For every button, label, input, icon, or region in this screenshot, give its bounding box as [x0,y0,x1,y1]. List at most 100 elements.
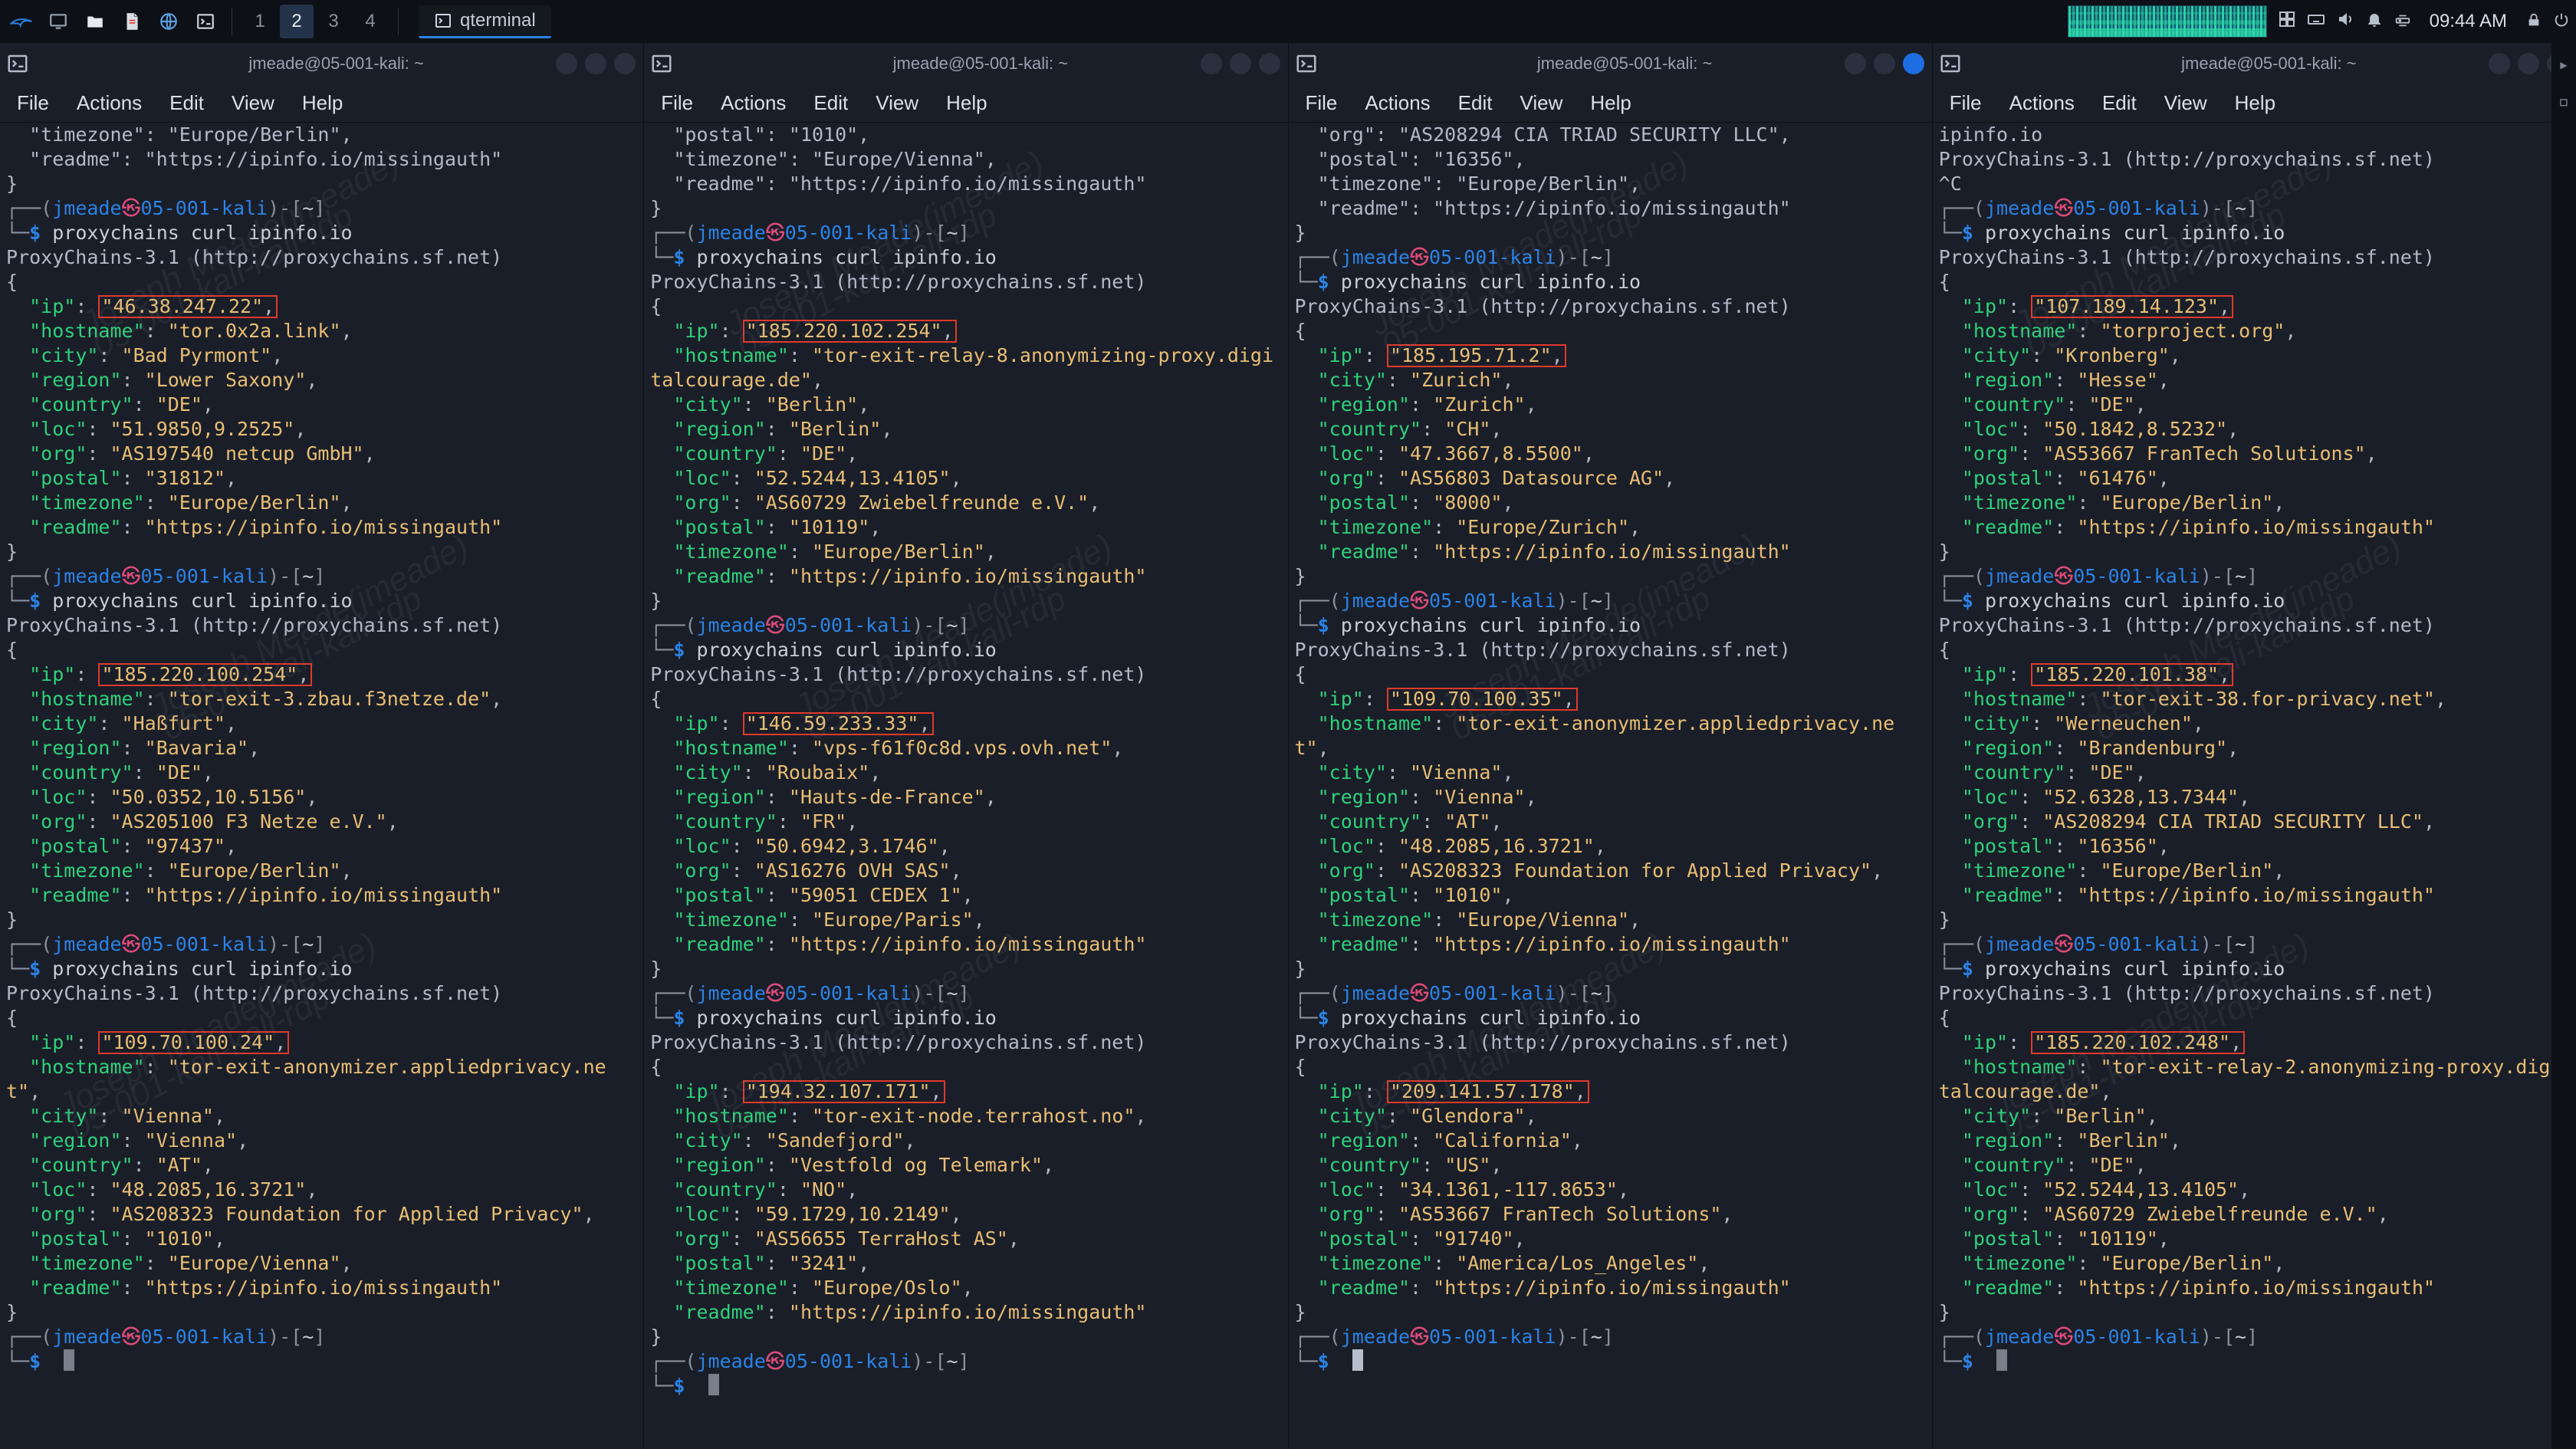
keyboard-icon[interactable] [2307,10,2325,34]
maximize-button[interactable] [1874,53,1895,74]
json-field-ip: "ip": "109.70.100.24", [6,1030,637,1055]
command-text: proxychains curl ipinfo.io [1341,614,1641,636]
menu-file[interactable]: File [1306,91,1338,115]
prompt-line-2[interactable]: └─$ proxychains curl ipinfo.io [6,221,637,245]
close-button[interactable] [1903,53,1924,74]
minimize-button[interactable] [1201,53,1222,74]
menu-actions[interactable]: Actions [77,91,142,115]
taskbar-app-qterminal[interactable]: qterminal [419,5,551,38]
output-line: "timezone": "Europe/Vienna", [650,147,1281,172]
prompt-line-2[interactable]: └─$ proxychains curl ipinfo.io [1939,957,2570,981]
json-open-brace: { [1939,1006,2570,1030]
close-button[interactable] [614,53,636,74]
prompt-line-2[interactable]: └─$ proxychains curl ipinfo.io [1939,589,2570,613]
prompt-line-2[interactable]: └─$ [1939,1349,2570,1374]
json-field: "loc": "48.2085,16.3721", [6,1178,637,1202]
show-desktop-icon[interactable] [43,6,74,37]
sidebar-settings-icon[interactable]: ▸ [2558,54,2569,75]
menu-file[interactable]: File [1950,91,1982,115]
terminal-body[interactable]: Joseph Meade(jmeade) 05-001-kali-kali-rd… [644,123,1287,1449]
menu-file[interactable]: File [17,91,49,115]
prompt-line-2[interactable]: └─$ [6,1349,637,1374]
proxychains-banner: ProxyChains-3.1 (http://proxychains.sf.n… [1939,613,2570,638]
minimize-button[interactable] [1845,53,1866,74]
browser-icon[interactable] [153,6,184,37]
json-field: "city": "Berlin", [650,393,1281,417]
menubar: File Actions Edit View Help [1933,84,2576,123]
ip-highlight: "185.195.71.2", [1387,344,1566,367]
cpu-graph[interactable] [2068,5,2267,38]
notifications-icon[interactable] [2365,10,2384,34]
workspace-4[interactable]: 4 [353,5,387,38]
menu-edit[interactable]: Edit [813,91,848,115]
json-open-brace: { [6,270,637,294]
file-manager-icon[interactable] [80,6,110,37]
maximize-button[interactable] [2518,53,2539,74]
menu-actions[interactable]: Actions [1365,91,1430,115]
prompt-line-2[interactable]: └─$ proxychains curl ipinfo.io [1295,613,1926,638]
json-field: "timezone": "Europe/Oslo", [650,1276,1281,1300]
prompt-line-2[interactable]: └─$ [650,1374,1281,1398]
menu-view[interactable]: View [232,91,274,115]
menu-file[interactable]: File [661,91,693,115]
menu-view[interactable]: View [2164,91,2207,115]
prompt-line-2[interactable]: └─$ proxychains curl ipinfo.io [6,957,637,981]
json-field: "timezone": "Europe/Berlin", [1939,491,2570,515]
prompt-line-2[interactable]: └─$ proxychains curl ipinfo.io [6,589,637,613]
workspace-grid-icon[interactable] [2278,10,2296,34]
menu-view[interactable]: View [876,91,918,115]
prompt-line-2[interactable]: └─$ proxychains curl ipinfo.io [650,1006,1281,1030]
menu-actions[interactable]: Actions [2009,91,2075,115]
menu-help[interactable]: Help [302,91,343,115]
prompt-line-2[interactable]: └─$ [1295,1349,1926,1374]
menu-edit[interactable]: Edit [1458,91,1493,115]
workspace-1[interactable]: 1 [243,5,277,38]
json-field: "loc": "52.5244,13.4105", [650,466,1281,491]
json-field: "city": "Sandefjord", [650,1129,1281,1153]
workspace-3[interactable]: 3 [317,5,350,38]
menu-help[interactable]: Help [2235,91,2275,115]
clock[interactable]: 09:44 AM [2422,11,2515,32]
output-line: "timezone": "Europe/Berlin", [6,123,637,147]
terminal-icon[interactable] [190,6,221,37]
json-field: "city": "Roubaix", [650,761,1281,785]
menu-actions[interactable]: Actions [721,91,786,115]
terminal-body[interactable]: Joseph Meade(jmeade) 05-001-kali-kali-rd… [0,123,643,1449]
prompt-line: ┌──(jmeade㉿05-001-kali)-[~] [1939,196,2570,221]
lock-icon[interactable] [2525,10,2542,34]
prompt-line: ┌──(jmeade㉿05-001-kali)-[~] [6,564,637,589]
ip-highlight: "46.38.247.22", [98,295,278,318]
json-field: "readme": "https://ipinfo.io/missingauth… [650,1300,1281,1325]
volume-icon[interactable] [2336,10,2354,34]
json-field: "timezone": "America/Los_Angeles", [1295,1251,1926,1276]
terminal-body[interactable]: Joseph Meade(jmeade) 05-001-kali-kali-rd… [1933,123,2576,1449]
menu-edit[interactable]: Edit [169,91,204,115]
json-field: "postal": "3241", [650,1251,1281,1276]
power-icon[interactable] [2553,10,2570,34]
json-field: "region": "Hesse", [1939,368,2570,393]
maximize-button[interactable] [585,53,606,74]
output-line: } [650,196,1281,221]
network-icon[interactable] [2394,10,2411,34]
workspace-2[interactable]: 2 [280,5,314,38]
menu-help[interactable]: Help [1590,91,1631,115]
maximize-button[interactable] [1230,53,1251,74]
terminal-body[interactable]: Joseph Meade(jmeade) 05-001-kali-kali-rd… [1289,123,1932,1449]
prompt-line-2[interactable]: └─$ proxychains curl ipinfo.io [1295,270,1926,294]
close-button[interactable] [1259,53,1280,74]
minimize-button[interactable] [556,53,577,74]
minimize-button[interactable] [2489,53,2510,74]
prompt-line-2[interactable]: └─$ proxychains curl ipinfo.io [650,638,1281,662]
menu-help[interactable]: Help [946,91,987,115]
sidebar-folder-icon[interactable]: ▫ [2558,90,2569,112]
text-editor-icon[interactable] [117,6,147,37]
prompt-line-2[interactable]: └─$ proxychains curl ipinfo.io [650,245,1281,270]
prompt-line-2[interactable]: └─$ proxychains curl ipinfo.io [1295,1006,1926,1030]
menu-edit[interactable]: Edit [2102,91,2137,115]
prompt-line-2[interactable]: └─$ proxychains curl ipinfo.io [1939,221,2570,245]
menu-view[interactable]: View [1520,91,1562,115]
kali-menu-icon[interactable] [6,6,37,37]
json-field: "hostname": "tor-exit-relay-2.anonymizin… [1939,1055,2570,1104]
json-field: "region": "Vestfold og Telemark", [650,1153,1281,1178]
json-field-ip: "ip": "107.189.14.123", [1939,294,2570,319]
